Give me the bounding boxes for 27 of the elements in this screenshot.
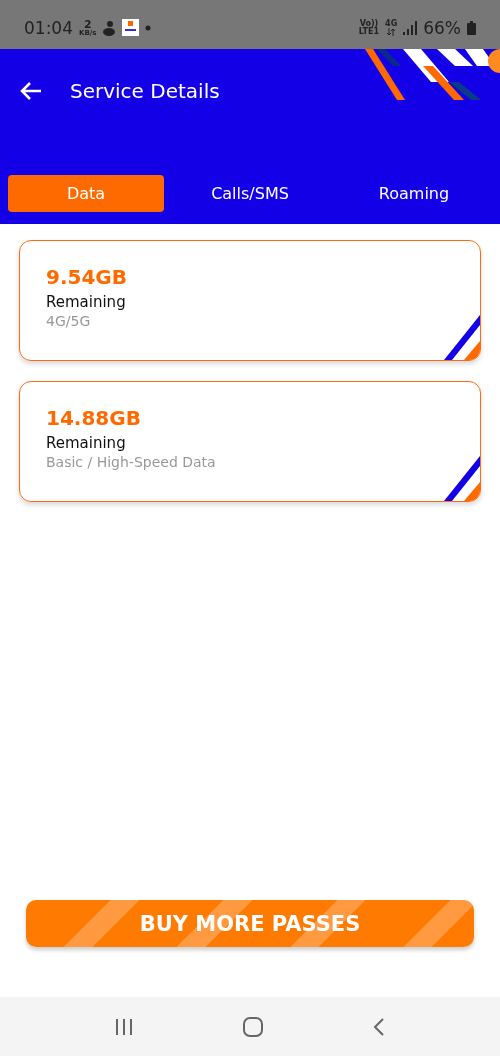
remaining-label: Remaining — [46, 293, 127, 311]
data-amount: 14.88GB — [46, 406, 142, 430]
speed-value: 2 — [83, 18, 92, 30]
notification-icon — [102, 19, 117, 36]
network-label: 4G — [385, 19, 398, 28]
recent-apps-button[interactable] — [115, 1018, 133, 1035]
corner-stripes-drawing — [444, 456, 480, 501]
corner-stripes-drawing — [444, 315, 480, 360]
signal-icon — [403, 20, 418, 35]
dot-icon — [145, 24, 152, 31]
tab[interactable]: Roaming — [336, 175, 492, 212]
back-button[interactable] — [20, 81, 42, 101]
page-title: Service Details — [70, 79, 220, 103]
remaining-label: Remaining — [46, 434, 127, 452]
volte-label: Vo)) — [359, 19, 379, 28]
data-amount: 9.54GB — [46, 265, 128, 289]
battery-percent: 66% — [423, 17, 461, 38]
home-button[interactable] — [243, 1016, 263, 1037]
battery-icon — [467, 20, 476, 35]
data-arrows-icon — [386, 27, 397, 36]
tab[interactable]: Calls/SMS — [172, 175, 328, 212]
data-type: Basic / High-Speed Data — [46, 454, 217, 470]
app-icon — [122, 19, 140, 36]
back-nav-button[interactable] — [373, 1017, 385, 1036]
clock: 01:04 — [24, 17, 73, 38]
data-type: 4G/5G — [46, 313, 92, 329]
lte-label: LTE1 — [358, 27, 380, 36]
